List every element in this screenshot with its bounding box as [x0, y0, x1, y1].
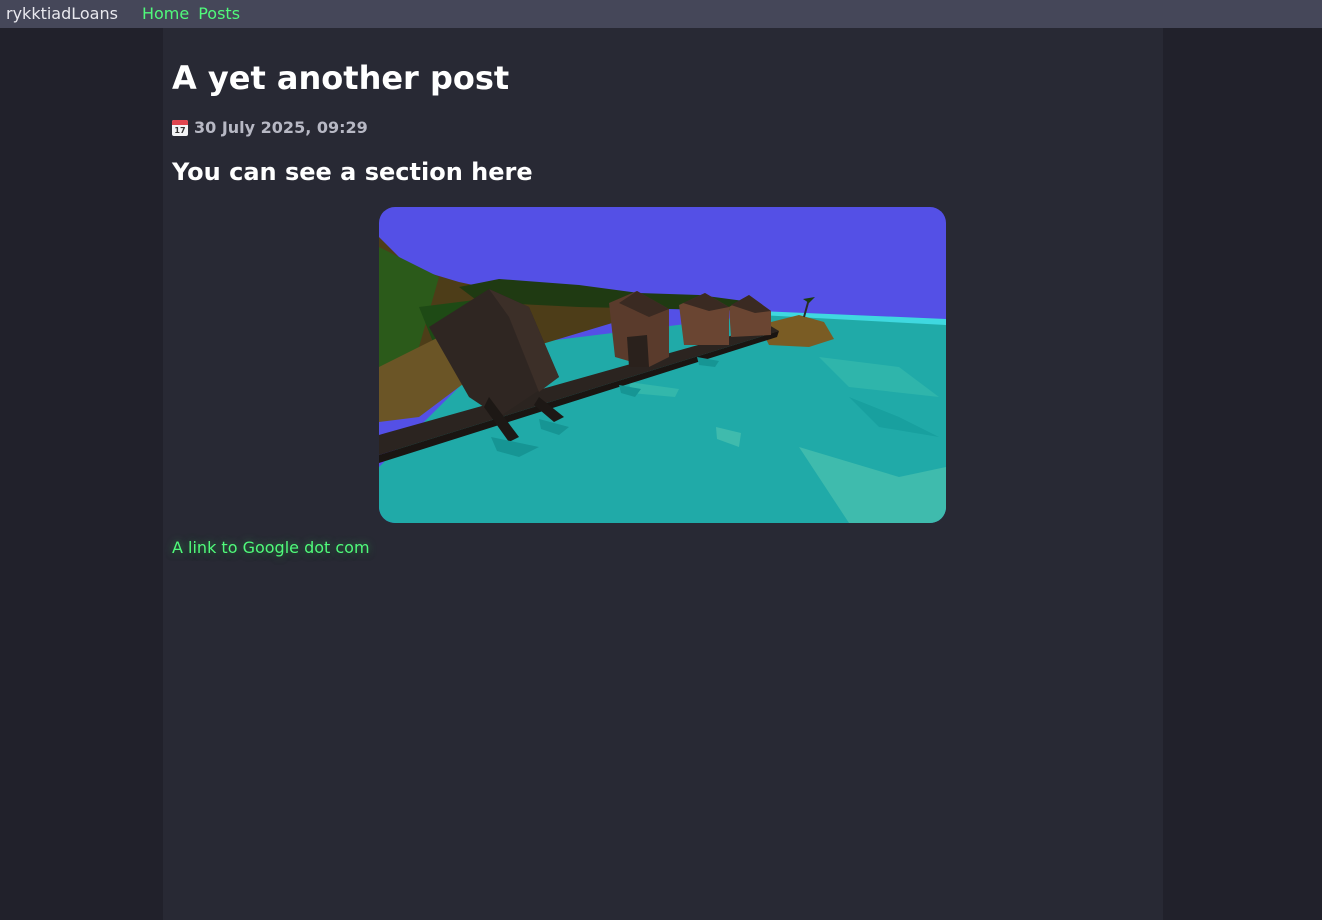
page-title: A yet another post [172, 59, 510, 97]
google-link[interactable]: A link to Google dot com [172, 538, 370, 558]
post-date-text: 30 July 2025, 09:29 [194, 118, 368, 137]
post-date: 17 30 July 2025, 09:29 [172, 118, 368, 138]
post-image [379, 207, 946, 523]
top-navbar: rykktiadLoans Home Posts [0, 0, 1322, 28]
site-brand[interactable]: rykktiadLoans [6, 0, 118, 28]
nav-home-link[interactable]: Home [142, 0, 189, 28]
section-heading: You can see a section here [172, 158, 533, 186]
main-nav: Home Posts [142, 0, 249, 28]
calendar-icon-day: 17 [174, 126, 186, 135]
nav-posts-link[interactable]: Posts [198, 0, 240, 28]
post-content: A yet another post 17 30 July 2025, 09:2… [163, 28, 1163, 920]
calendar-icon: 17 [172, 120, 188, 136]
